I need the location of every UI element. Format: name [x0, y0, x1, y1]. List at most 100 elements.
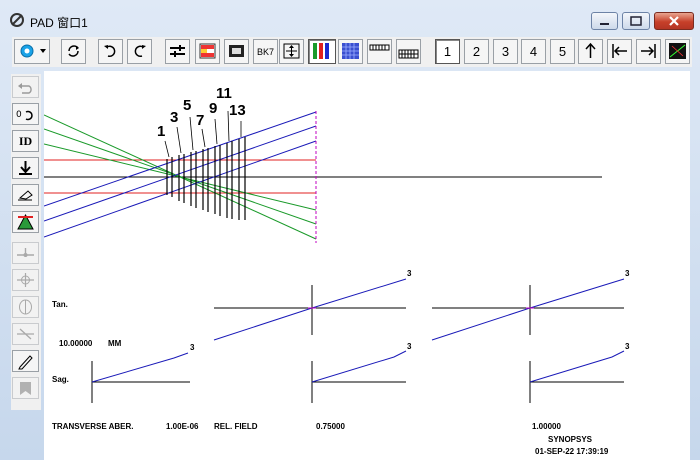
surface-label-11: 11 — [216, 85, 232, 102]
color-bars-button[interactable] — [308, 39, 336, 64]
undo-icon — [104, 45, 116, 58]
scope-button[interactable] — [665, 39, 690, 64]
footer-wavelength: 1.00E-06 — [166, 422, 199, 431]
side-rotate-button[interactable]: 0 — [12, 103, 39, 125]
layout-icon — [199, 43, 216, 59]
curve-label-sag-2: 3 — [625, 342, 630, 351]
arrows-out-icon — [283, 43, 300, 59]
curve-label-sag-0: 3 — [190, 343, 195, 352]
surface-label-9: 9 — [209, 100, 218, 117]
side-cross-button[interactable] — [12, 269, 39, 291]
side-pencil-button[interactable] — [12, 350, 39, 372]
pin-icon — [17, 248, 34, 257]
arrow-first-icon — [612, 44, 627, 58]
app-window: PAD 窗口1 BK7 1 2 3 4 5 0 ID 1 3 5 7 9 11 … — [0, 0, 700, 460]
table-grid-icon — [398, 49, 419, 59]
sliders-icon — [170, 45, 185, 57]
triangle-shape-icon — [17, 213, 34, 230]
glass-label: BK7 — [256, 46, 274, 57]
up-button[interactable] — [578, 39, 603, 64]
undo-button[interactable] — [98, 39, 123, 64]
close-button[interactable] — [654, 12, 694, 30]
ray-blue-3 — [44, 140, 317, 238]
title-bar[interactable]: PAD 窗口1 — [0, 0, 700, 34]
grid2-button[interactable] — [396, 39, 421, 64]
refresh-button[interactable] — [61, 39, 86, 64]
first-button[interactable] — [607, 39, 632, 64]
side-download-button[interactable] — [12, 157, 39, 179]
toolbar: BK7 1 2 3 4 5 — [12, 37, 692, 67]
pencil-icon — [18, 355, 33, 370]
aberration-curves — [91, 278, 625, 383]
scale-value: 10.00000 — [59, 339, 93, 348]
scale-unit: MM — [108, 339, 122, 348]
download-icon — [19, 161, 32, 175]
view-3-button[interactable]: 3 — [493, 39, 518, 64]
timestamp-label: 01-SEP-22 17:39:19 — [535, 447, 609, 456]
app-icon — [10, 13, 24, 27]
lens-and-aberration-drawing — [44, 110, 625, 403]
sag-label: Sag. — [52, 375, 69, 384]
surface-label-5: 5 — [183, 97, 192, 114]
aberration-axes — [91, 285, 624, 403]
plot-canvas[interactable]: 1 3 5 7 9 11 13 Tan. Sag. 10.00000 MM 3 … — [44, 71, 690, 460]
crosshair-icon — [17, 273, 34, 287]
rotate-icon: 0 — [16, 110, 33, 121]
settings-dropdown-button[interactable] — [14, 39, 50, 64]
curve-label-sag-1: 3 — [407, 342, 412, 351]
tan-label: Tan. — [52, 300, 68, 309]
eraser-icon — [18, 190, 33, 201]
view-1-label: 1 — [443, 44, 452, 59]
surface-label-7: 7 — [196, 112, 205, 129]
side-bookmark-button[interactable] — [12, 377, 39, 399]
redo-icon — [134, 45, 146, 58]
view-3-label: 3 — [501, 44, 510, 59]
film-icon — [229, 45, 244, 57]
side-shape-button[interactable] — [12, 211, 39, 233]
footer-title: TRANSVERSE ABER. — [52, 422, 134, 431]
zoom-fit-button[interactable] — [279, 39, 304, 64]
curve-label-tan-2: 3 — [625, 269, 630, 278]
arrow-up-icon — [585, 42, 596, 58]
view-2-label: 2 — [472, 44, 481, 59]
view-4-label: 4 — [529, 44, 538, 59]
color-bars-icon — [313, 43, 329, 59]
view-1-button[interactable]: 1 — [435, 39, 460, 64]
split-icon — [17, 328, 34, 340]
layout-button[interactable] — [195, 39, 220, 64]
field-value-2: 1.00000 — [532, 422, 561, 431]
view-4-button[interactable]: 4 — [521, 39, 546, 64]
bookmark-icon — [20, 382, 31, 395]
pattern-button[interactable] — [338, 39, 363, 64]
surface-label-3: 3 — [170, 109, 179, 126]
lens-icon — [19, 299, 32, 315]
grid-button[interactable] — [367, 39, 392, 64]
view-2-button[interactable]: 2 — [464, 39, 489, 64]
curve-label-tan-1: 3 — [407, 269, 412, 278]
side-pin-button[interactable] — [12, 242, 39, 264]
arrow-last-icon — [641, 44, 656, 58]
redo-button[interactable] — [127, 39, 152, 64]
field-value-1: 0.75000 — [316, 422, 345, 431]
scope-icon — [669, 43, 686, 59]
last-button[interactable] — [636, 39, 661, 64]
undo-icon — [18, 83, 32, 94]
side-id-button[interactable]: ID — [12, 130, 39, 152]
side-split-button[interactable] — [12, 323, 39, 345]
gear-icon — [20, 44, 46, 58]
side-toolbar: 0 ID — [11, 74, 41, 410]
ray-blue-2 — [44, 125, 317, 222]
glass-button[interactable]: BK7 — [253, 39, 278, 64]
view-5-button[interactable]: 5 — [550, 39, 575, 64]
minimize-button[interactable] — [591, 12, 618, 30]
lens-elements — [166, 137, 246, 220]
adjust-button[interactable] — [165, 39, 190, 64]
surface-label-1: 1 — [157, 123, 166, 140]
side-undo-button[interactable] — [12, 76, 39, 98]
maximize-icon — [630, 16, 642, 26]
maximize-button[interactable] — [622, 12, 650, 30]
view-5-label: 5 — [558, 44, 567, 59]
side-lens-button[interactable] — [12, 296, 39, 318]
film-button[interactable] — [224, 39, 249, 64]
side-eraser-button[interactable] — [12, 184, 39, 206]
